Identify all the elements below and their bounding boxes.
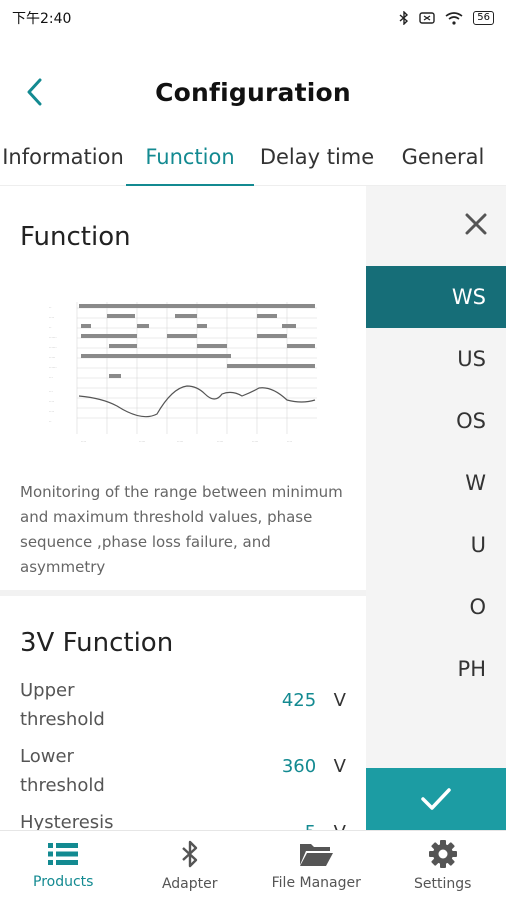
wifi-icon	[445, 11, 463, 25]
nav-label: Products	[33, 873, 94, 890]
nav-label: File Manager	[271, 874, 361, 891]
param-label: Hysteresis	[20, 812, 114, 830]
page-title: Configuration	[155, 77, 351, 107]
svg-text:..: ..	[49, 418, 52, 423]
tab-general[interactable]: General	[380, 128, 506, 186]
svg-text:....: ....	[49, 314, 54, 319]
tab-bar: Information Function Delay time General	[0, 128, 506, 186]
svg-text:....: ....	[49, 408, 54, 413]
back-arrow-icon	[27, 78, 42, 106]
param-label: Upper threshold	[20, 680, 105, 730]
svg-text:.....: .....	[139, 438, 145, 443]
status-bar: 下午2:40 56	[0, 0, 506, 36]
list-icon	[48, 842, 79, 865]
app-header: Configuration	[0, 56, 506, 128]
function-timing-diagram: .............. .................... ....…	[47, 296, 319, 446]
svg-text:.....: .....	[177, 438, 183, 443]
folder-icon	[300, 843, 334, 866]
tab-information[interactable]: Information	[0, 128, 126, 186]
bluetooth-status-icon	[399, 11, 409, 25]
param-row-hysteresis[interactable]: Hysteresis 5 V	[20, 808, 346, 830]
param-unit: V	[333, 690, 346, 711]
option-u[interactable]: U	[366, 514, 506, 576]
close-icon	[465, 213, 487, 235]
svg-text:....: ....	[49, 398, 54, 403]
nav-adapter[interactable]: Adapter	[127, 831, 254, 900]
function-card: Function .. .... .. ...... ...... ..... …	[0, 186, 366, 590]
check-icon	[421, 788, 451, 810]
svg-text:..: ..	[49, 324, 52, 329]
back-button[interactable]	[18, 72, 50, 112]
v3-function-title: 3V Function	[20, 628, 174, 658]
nav-products[interactable]: Products	[0, 831, 127, 900]
param-row-lower-threshold[interactable]: Lower threshold 360 V	[20, 742, 346, 808]
param-value[interactable]: 360	[149, 742, 316, 777]
status-icons: 56	[399, 11, 494, 25]
bluetooth-icon	[181, 840, 197, 867]
svg-text:...: ...	[49, 374, 53, 379]
option-us[interactable]: US	[366, 328, 506, 390]
battery-icon: 56	[473, 11, 494, 25]
svg-text:....: ....	[81, 438, 86, 443]
function-title: Function	[20, 222, 131, 252]
tab-delay-time[interactable]: Delay time	[254, 128, 380, 186]
nav-settings[interactable]: Settings	[380, 831, 506, 900]
option-os[interactable]: OS	[366, 390, 506, 452]
main-content[interactable]: Function .. .... .. ...... ...... ..... …	[0, 186, 366, 830]
param-value[interactable]: 425	[149, 676, 316, 711]
param-unit: V	[316, 808, 346, 830]
close-button[interactable]	[458, 206, 494, 242]
svg-text:.....: .....	[217, 438, 223, 443]
svg-text:......: ......	[49, 344, 57, 349]
v3-function-card: 3V Function Upper threshold 425 V Lower …	[0, 596, 366, 830]
nav-label: Adapter	[161, 875, 218, 892]
sim-card-icon	[419, 12, 435, 24]
param-value[interactable]: 5	[149, 808, 316, 830]
svg-text:.....: .....	[252, 438, 258, 443]
function-description: Monitoring of the range between minimum …	[20, 483, 343, 576]
option-o[interactable]: O	[366, 576, 506, 638]
gear-icon	[428, 839, 457, 868]
param-row-upper-threshold[interactable]: Upper threshold 425 V	[20, 676, 346, 742]
svg-text:......: ......	[49, 334, 57, 339]
function-selector-panel: WS US OS W U O PH	[366, 186, 506, 830]
confirm-button[interactable]	[366, 768, 506, 830]
svg-text:..: ..	[49, 304, 52, 309]
status-time: 下午2:40	[12, 11, 72, 27]
svg-text:....: ....	[287, 438, 292, 443]
option-ph[interactable]: PH	[366, 638, 506, 700]
svg-text:...: ...	[49, 388, 53, 393]
option-ws[interactable]: WS	[366, 266, 506, 328]
option-w[interactable]: W	[366, 452, 506, 514]
bottom-nav: Products Adapter File Manager Settings	[0, 830, 506, 900]
nav-label: Settings	[414, 875, 472, 892]
nav-file-manager[interactable]: File Manager	[253, 831, 380, 900]
param-label: Lower threshold	[20, 746, 105, 796]
param-unit: V	[333, 756, 346, 777]
svg-text:......: ......	[49, 364, 57, 369]
tab-function[interactable]: Function	[126, 128, 254, 186]
param-list: Upper threshold 425 V Lower threshold 36…	[20, 676, 346, 830]
svg-text:.....: .....	[49, 354, 55, 359]
